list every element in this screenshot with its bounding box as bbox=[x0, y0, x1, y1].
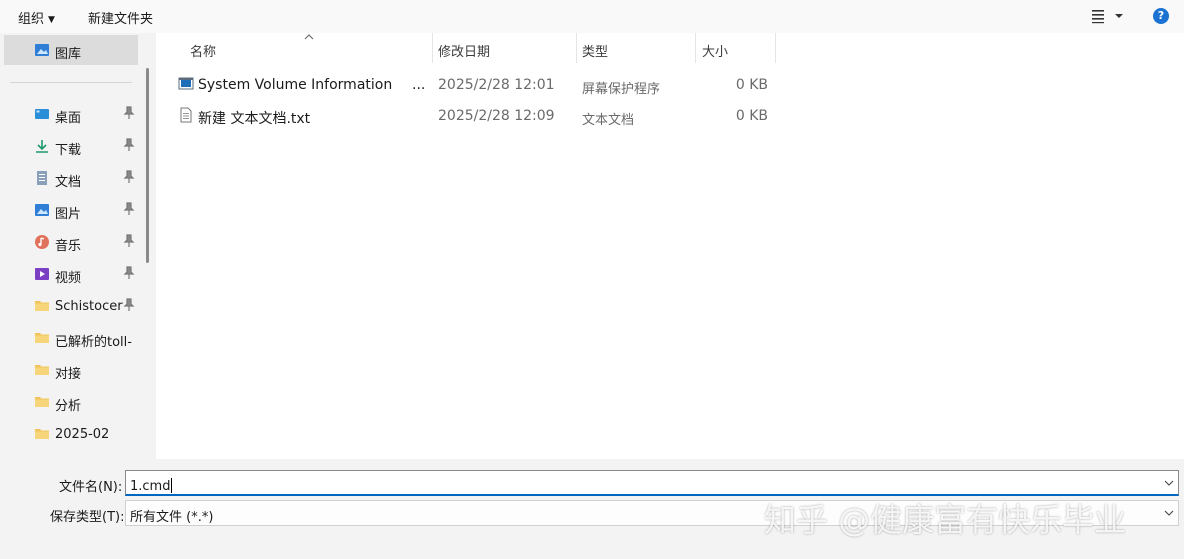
filetype-value: 所有文件 (*.*) bbox=[130, 510, 214, 525]
file-size: 0 KB bbox=[735, 77, 768, 93]
navigation-pane: 图库 桌面 下载 文档 图片 音乐 视频 Schistocer 已解析的toll… bbox=[0, 33, 156, 459]
truncation-ellipsis: ... bbox=[412, 77, 426, 93]
sidebar-item-label: 已解析的toll- bbox=[55, 335, 132, 350]
sidebar-item-gallery[interactable]: 图库 bbox=[4, 35, 138, 65]
sidebar-item-label: Schistocer bbox=[55, 299, 123, 314]
divider bbox=[10, 82, 132, 83]
organize-label: 组织 bbox=[18, 12, 45, 27]
pin-icon[interactable] bbox=[123, 202, 135, 216]
chevron-down-icon[interactable] bbox=[1164, 479, 1174, 487]
column-header-label: 修改日期 bbox=[438, 45, 491, 60]
file-type: 文本文档 bbox=[582, 113, 635, 128]
file-size: 0 KB bbox=[735, 108, 768, 124]
sidebar-item-label: 下载 bbox=[55, 143, 82, 158]
folder-icon bbox=[35, 333, 49, 343]
download-icon bbox=[36, 140, 48, 153]
gallery-icon bbox=[35, 44, 49, 56]
chevron-down-icon[interactable] bbox=[1164, 509, 1174, 517]
pin-icon[interactable] bbox=[123, 298, 135, 312]
sidebar-item-label: 音乐 bbox=[55, 239, 82, 254]
sidebar-item-label: 文档 bbox=[55, 175, 82, 190]
filename-value: 1.cmd bbox=[130, 479, 171, 494]
sidebar-item-documents[interactable]: 文档 bbox=[0, 164, 140, 192]
folder-icon bbox=[35, 365, 49, 375]
sidebar-item-folder[interactable]: 已解析的toll- bbox=[0, 324, 140, 352]
column-header-date[interactable]: 修改日期 bbox=[432, 33, 576, 63]
toolbar: 组织 ▼ 新建文件夹 ? bbox=[0, 0, 1184, 33]
help-icon[interactable]: ? bbox=[1153, 8, 1169, 24]
sidebar-item-label: 图库 bbox=[55, 47, 82, 62]
sidebar-item-label: 视频 bbox=[55, 271, 82, 286]
sidebar-item-label: 分析 bbox=[55, 399, 82, 414]
sidebar-item-desktop[interactable]: 桌面 bbox=[0, 100, 140, 128]
file-list: 名称 修改日期 类型 大小 System Volume Information … bbox=[156, 33, 1184, 459]
text-cursor bbox=[171, 478, 173, 493]
new-folder-button[interactable]: 新建文件夹 bbox=[88, 8, 153, 27]
folder-icon bbox=[35, 301, 49, 311]
sidebar-item-label: 2025-02 bbox=[55, 427, 110, 442]
pictures-icon bbox=[35, 204, 49, 216]
sidebar-scrollbar[interactable] bbox=[146, 68, 149, 263]
filetype-select[interactable]: 所有文件 (*.*) bbox=[125, 500, 1179, 526]
view-list-icon bbox=[1092, 10, 1123, 24]
file-date: 2025/2/28 12:01 bbox=[438, 77, 555, 93]
chevron-down-icon: ▼ bbox=[48, 15, 55, 25]
desktop-icon bbox=[35, 109, 49, 119]
sidebar-item-folder[interactable]: 分析 bbox=[0, 388, 140, 416]
file-name: System Volume Information bbox=[198, 77, 393, 93]
column-divider[interactable] bbox=[775, 33, 776, 63]
column-header-name[interactable]: 名称 bbox=[156, 33, 432, 63]
sidebar-item-label: 图片 bbox=[55, 207, 82, 222]
pin-icon[interactable] bbox=[123, 234, 135, 248]
sidebar-item-folder[interactable]: Schistocer bbox=[0, 292, 140, 320]
sidebar-item-folder[interactable]: 2025-02 bbox=[0, 420, 140, 448]
sidebar-item-pictures[interactable]: 图片 bbox=[0, 196, 140, 224]
sidebar-item-label: 对接 bbox=[55, 367, 82, 382]
pin-icon[interactable] bbox=[123, 266, 135, 280]
file-type: 屏幕保护程序 bbox=[582, 82, 661, 97]
sidebar-item-label: 桌面 bbox=[55, 111, 82, 126]
column-header-type[interactable]: 类型 bbox=[576, 33, 696, 63]
column-header-label: 类型 bbox=[582, 45, 609, 60]
pin-icon[interactable] bbox=[123, 138, 135, 152]
file-row[interactable]: 新建 文本文档.txt 2025/2/28 12:09 文本文档 0 KB bbox=[156, 101, 1184, 129]
document-icon bbox=[37, 171, 47, 185]
view-options-button[interactable] bbox=[1088, 6, 1128, 26]
sidebar-item-music[interactable]: 音乐 bbox=[0, 228, 140, 256]
file-name: 新建 文本文档.txt bbox=[198, 111, 311, 127]
folder-icon bbox=[35, 429, 49, 439]
sidebar-item-downloads[interactable]: 下载 bbox=[0, 132, 140, 160]
column-header-label: 名称 bbox=[190, 45, 217, 60]
filename-label: 文件名(N): bbox=[59, 480, 123, 495]
sidebar-item-folder[interactable]: 对接 bbox=[0, 356, 140, 384]
folder-icon bbox=[35, 397, 49, 407]
sidebar-item-videos[interactable]: 视频 bbox=[0, 260, 140, 288]
column-header-label: 大小 bbox=[702, 45, 729, 60]
music-icon bbox=[35, 235, 49, 249]
file-row[interactable]: System Volume Information ... 2025/2/28 … bbox=[156, 70, 1184, 98]
filename-input[interactable]: 1.cmd bbox=[125, 470, 1179, 496]
organize-menu-button[interactable]: 组织 ▼ bbox=[18, 8, 55, 27]
video-icon bbox=[35, 268, 49, 280]
screensaver-file-icon bbox=[178, 77, 194, 90]
save-options-panel: 文件名(N): 1.cmd 保存类型(T): 所有文件 (*.*) bbox=[0, 459, 1184, 559]
file-date: 2025/2/28 12:09 bbox=[438, 108, 555, 124]
column-header-size[interactable]: 大小 bbox=[695, 33, 775, 63]
filetype-label: 保存类型(T): bbox=[50, 510, 125, 525]
text-file-icon bbox=[180, 107, 192, 123]
pin-icon[interactable] bbox=[123, 106, 135, 120]
pin-icon[interactable] bbox=[123, 170, 135, 184]
